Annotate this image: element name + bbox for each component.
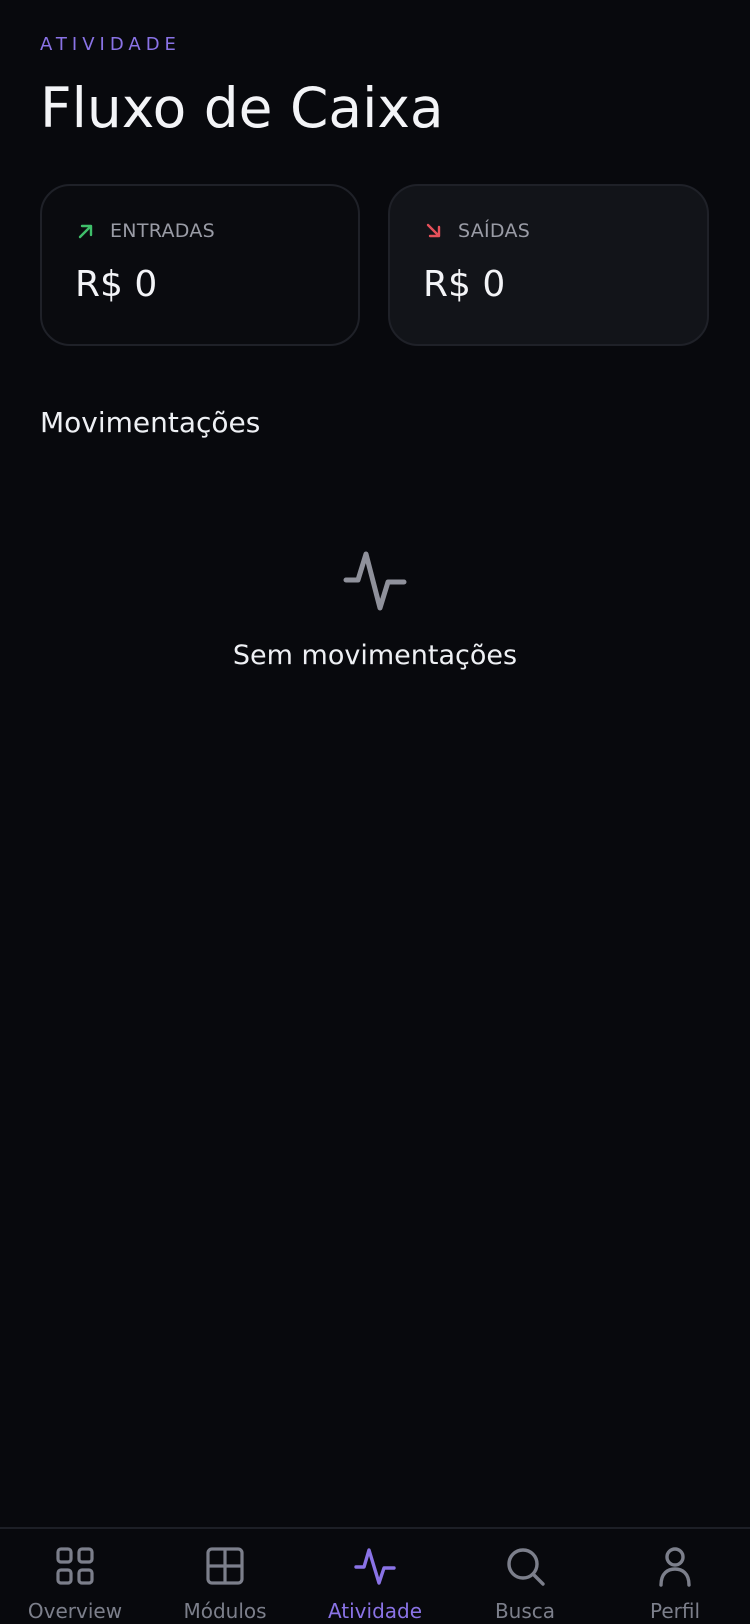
inflows-card: ENTRADAS R$ 0 xyxy=(40,184,360,346)
arrow-up-right-icon xyxy=(78,224,93,239)
inflows-label-row: ENTRADAS xyxy=(76,220,215,242)
bottom-tab-bar: Overview Módulos Atividade Busca Perfil xyxy=(0,1527,750,1624)
outflows-label: SAÍDAS xyxy=(458,220,531,242)
tab-activity-label: Atividade xyxy=(327,1599,423,1623)
empty-state-text: Sem movimentações xyxy=(232,640,518,671)
grid-icon xyxy=(56,1547,94,1585)
tab-overview-label: Overview xyxy=(27,1599,123,1623)
tab-activity[interactable]: Atividade xyxy=(300,1529,450,1624)
tab-modules[interactable]: Módulos xyxy=(150,1529,300,1624)
outflows-label-row: SAÍDAS xyxy=(424,220,530,242)
tab-modules-label: Módulos xyxy=(183,1599,267,1623)
tab-profile-label: Perfil xyxy=(649,1599,701,1623)
activity-icon xyxy=(354,1548,396,1585)
page-eyebrow: ATIVIDADE xyxy=(40,34,181,55)
modules-icon xyxy=(206,1547,244,1585)
activity-icon xyxy=(343,551,407,611)
inflows-label: ENTRADAS xyxy=(110,220,216,242)
search-icon xyxy=(507,1548,545,1586)
arrow-down-right-icon xyxy=(426,223,441,238)
outflows-card: SAÍDAS R$ 0 xyxy=(388,184,709,346)
tab-profile[interactable]: Perfil xyxy=(600,1529,750,1624)
tab-overview[interactable]: Overview xyxy=(0,1529,150,1624)
movements-title: Movimentações xyxy=(40,406,261,439)
tab-search-label: Busca xyxy=(494,1599,556,1623)
outflows-value: R$ 0 xyxy=(423,264,506,305)
page-title: Fluxo de Caixa xyxy=(40,76,444,140)
inflows-value: R$ 0 xyxy=(75,264,158,305)
tab-search[interactable]: Busca xyxy=(450,1529,600,1624)
user-icon xyxy=(659,1547,691,1587)
